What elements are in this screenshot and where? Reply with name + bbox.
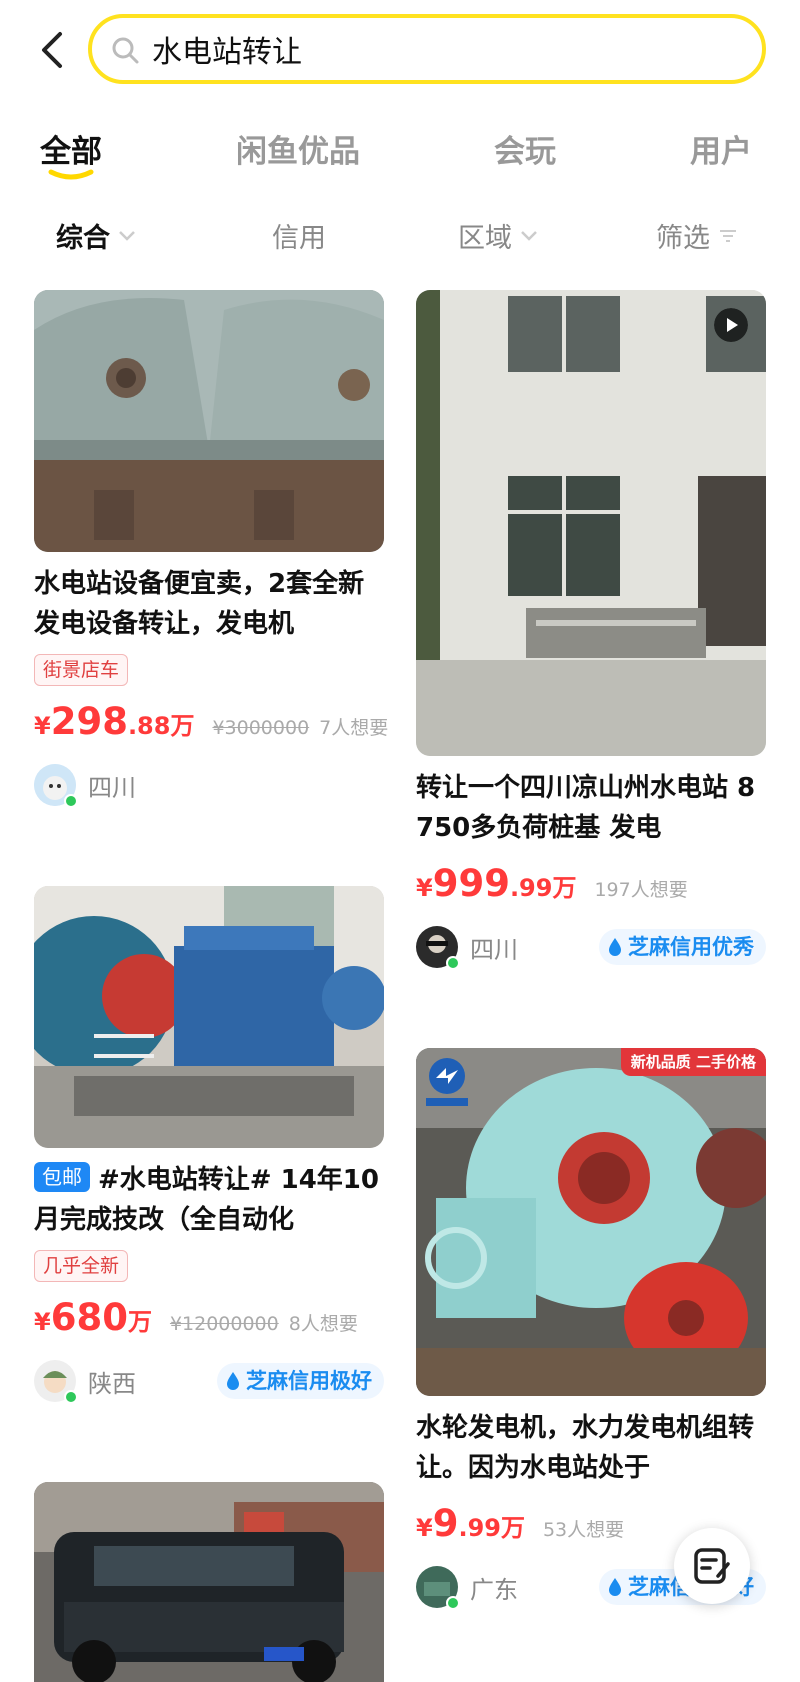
filter-label: 区域: [458, 223, 512, 254]
filter-screen[interactable]: 筛选: [656, 216, 738, 255]
brand-logo-icon: [426, 1058, 468, 1106]
seller-region: 四川: [470, 935, 518, 964]
seller-region: 广东: [470, 1575, 518, 1604]
price-integer: 298: [50, 700, 128, 743]
water-drop-icon: [227, 1372, 239, 1390]
tab-all[interactable]: 全部: [40, 126, 102, 171]
price-integer: 9: [432, 1502, 459, 1545]
price-integer: 680: [50, 1296, 128, 1339]
filter-credit[interactable]: 信用: [272, 216, 326, 255]
price-unit: 万: [127, 1308, 152, 1336]
tab-users[interactable]: 用户: [690, 126, 752, 171]
chevron-down-icon: [119, 230, 135, 241]
seller-row: 四川 芝麻信用优秀: [416, 925, 766, 970]
wants-count: 197人想要: [594, 879, 688, 901]
product-image: [416, 290, 766, 756]
search-bar[interactable]: [88, 14, 766, 84]
original-price: ¥3000000: [212, 717, 310, 739]
product-title: 转让一个四川凉山州水电站 8750多负荷桩基 发电: [416, 773, 756, 843]
price-symbol: ¥: [416, 1514, 433, 1542]
seller-row: 四川: [34, 763, 384, 808]
product-title: 包邮 #水电站转让# 14年10月完成技改（全自动化: [34, 1160, 384, 1240]
product-tag: 街景店车: [34, 654, 129, 686]
price-symbol: ¥: [416, 874, 433, 902]
avatar[interactable]: [416, 1566, 460, 1610]
price-unit: 万: [170, 712, 195, 740]
price-unit: 万: [552, 874, 577, 902]
price-decimal: .99: [458, 1514, 501, 1542]
price-row: ¥ 298 .88 万 ¥3000000 7人想要: [34, 700, 388, 743]
online-status-dot: [64, 794, 78, 808]
top-bar: [0, 0, 800, 110]
video-play-icon[interactable]: [714, 308, 748, 342]
publish-fab[interactable]: [674, 1528, 750, 1604]
filter-label: 信用: [272, 223, 326, 254]
product-card[interactable]: [34, 1482, 384, 1682]
water-drop-icon: [609, 938, 621, 956]
credit-label: 芝麻信用极好: [246, 1369, 372, 1393]
filter-label: 综合: [56, 223, 110, 254]
product-title: 水电站设备便宜卖，2套全新发电设备转让，发电机: [34, 569, 365, 639]
product-image: [34, 1482, 384, 1682]
filter-icon: [720, 229, 736, 242]
credit-label: 芝麻信用优秀: [628, 935, 754, 959]
price-symbol: ¥: [34, 1308, 51, 1336]
sesame-credit-badge: 芝麻信用优秀: [599, 929, 766, 965]
back-arrow-icon[interactable]: [34, 28, 74, 72]
product-card[interactable]: 水电站设备便宜卖，2套全新发电设备转让，发电机 街景店车 ¥ 298 .88 万…: [34, 290, 388, 808]
price-decimal: .88: [127, 712, 171, 740]
sesame-credit-badge: 芝麻信用极好: [217, 1363, 384, 1399]
online-status-dot: [446, 1596, 460, 1610]
wants-count: 7人想要: [319, 717, 389, 739]
search-input[interactable]: [152, 28, 712, 70]
product-card[interactable]: 转让一个四川凉山州水电站 8750多负荷桩基 发电 ¥ 999 .99 万 19…: [416, 290, 766, 970]
water-drop-icon: [609, 1578, 621, 1596]
price-unit: 万: [500, 1514, 525, 1542]
search-icon: [112, 37, 139, 64]
chevron-down-icon: [521, 230, 537, 241]
price-integer: 999: [432, 862, 510, 905]
filter-region[interactable]: 区域: [458, 216, 538, 255]
product-image: [34, 290, 384, 552]
category-tabs: 全部 闲鱼优品 会玩 用户: [0, 118, 800, 188]
price-row: ¥ 999 .99 万 197人想要: [416, 862, 766, 905]
active-tab-indicator: [48, 169, 94, 180]
avatar[interactable]: [34, 1360, 78, 1404]
product-image: [34, 886, 384, 1148]
filter-bar: 综合 信用 区域 筛选: [0, 210, 800, 260]
seller-row: 陕西 芝麻信用极好: [34, 1359, 384, 1404]
filter-comprehensive[interactable]: 综合: [56, 216, 136, 255]
avatar[interactable]: [34, 764, 78, 808]
edit-note-icon: [694, 1548, 730, 1584]
filter-label: 筛选: [656, 223, 710, 254]
price-row: ¥ 680 万 ¥12000000 8人想要: [34, 1296, 384, 1339]
tab-xianyu-youpin[interactable]: 闲鱼优品: [236, 126, 360, 171]
original-price: ¥12000000: [169, 1313, 279, 1335]
product-card[interactable]: 包邮 #水电站转让# 14年10月完成技改（全自动化 几乎全新 ¥ 680 万 ¥…: [34, 886, 384, 1404]
promo-corner-badge: 新机品质 二手价格: [620, 1048, 766, 1076]
tab-huiwan[interactable]: 会玩: [494, 126, 556, 171]
product-title: 水轮发电机，水力发电机组转让。因为水电站处于: [416, 1413, 755, 1483]
free-shipping-badge: 包邮: [34, 1162, 90, 1192]
price-decimal: .99: [509, 874, 553, 902]
product-card[interactable]: 新机品质 二手价格 水轮发电机，水力发电机组转让。因为水电站处于 ¥ 9 .99…: [416, 1048, 766, 1610]
wants-count: 8人想要: [288, 1313, 358, 1335]
online-status-dot: [446, 956, 460, 970]
avatar[interactable]: [416, 926, 460, 970]
wants-count: 53人想要: [542, 1519, 625, 1541]
product-image: 新机品质 二手价格: [416, 1048, 766, 1396]
product-tag: 几乎全新: [34, 1250, 129, 1282]
seller-region: 陕西: [88, 1369, 136, 1398]
seller-region: 四川: [88, 773, 136, 802]
online-status-dot: [64, 1390, 78, 1404]
price-symbol: ¥: [34, 712, 51, 740]
